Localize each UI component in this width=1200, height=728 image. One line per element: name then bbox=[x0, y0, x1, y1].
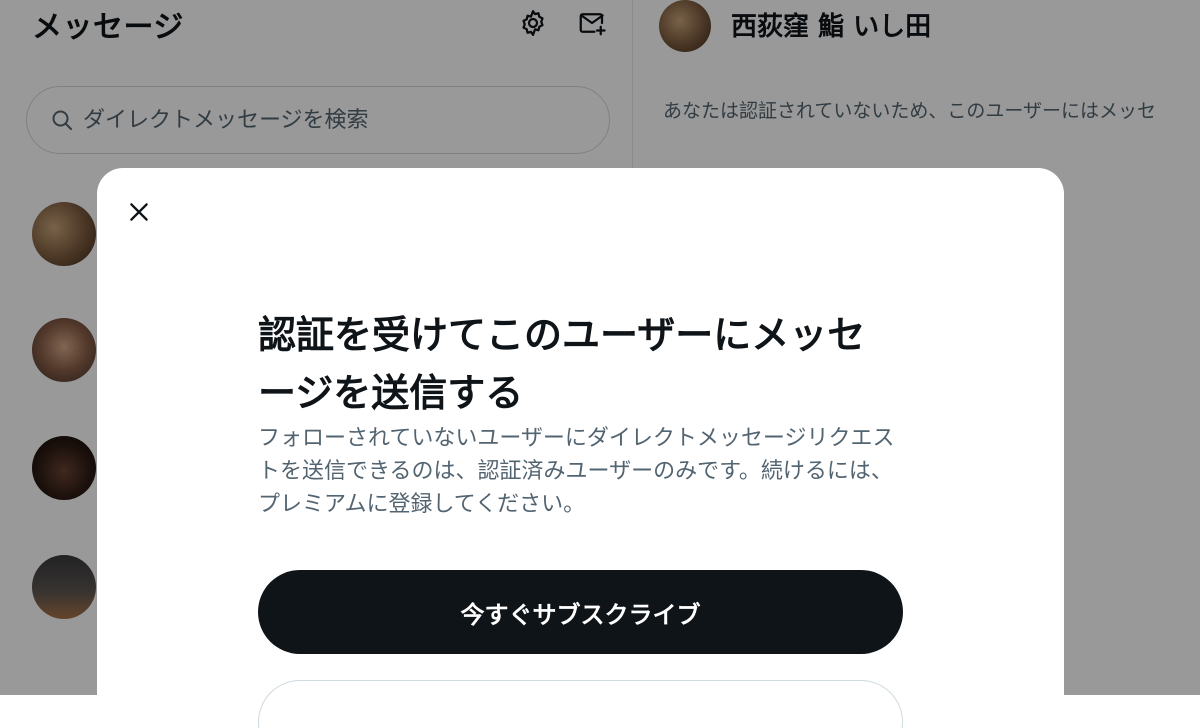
subscribe-button[interactable]: 今すぐサブスクライブ bbox=[258, 570, 903, 654]
close-icon[interactable] bbox=[121, 194, 157, 230]
secondary-button[interactable] bbox=[258, 680, 903, 728]
verification-modal: 認証を受けてこのユーザーにメッセージを送信する フォローされていないユーザーにダ… bbox=[97, 168, 1064, 728]
modal-description: フォローされていないユーザーにダイレクトメッセージリクエストを送信できるのは、認… bbox=[258, 426, 895, 517]
modal-title: 認証を受けてこのユーザーにメッセージを送信する bbox=[258, 313, 866, 415]
